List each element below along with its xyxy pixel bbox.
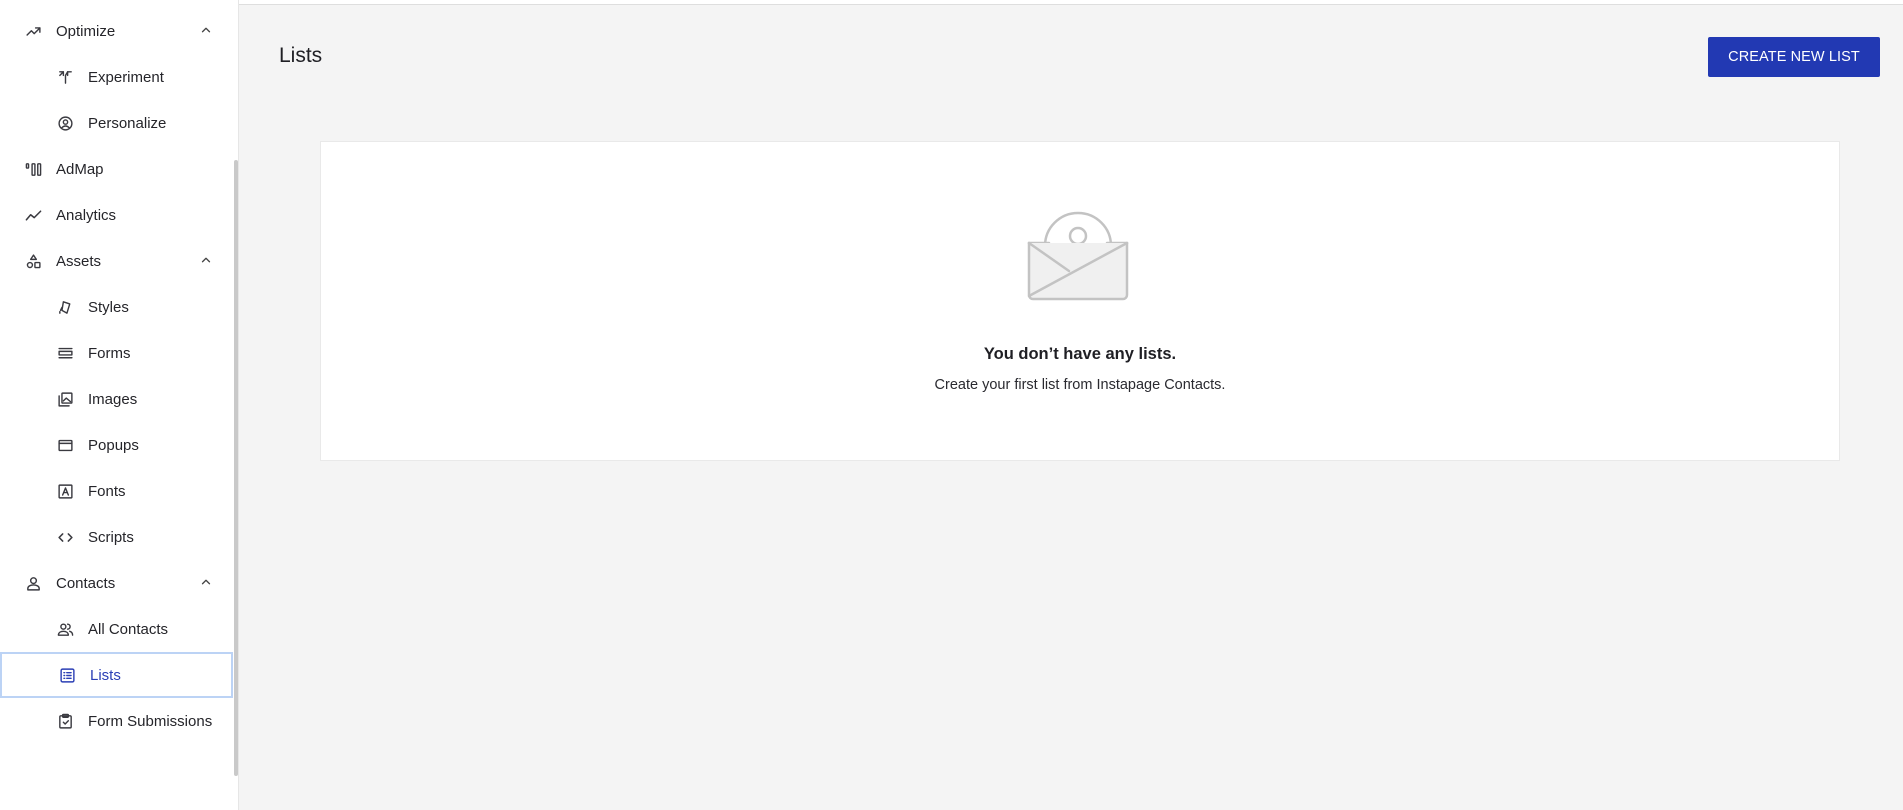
person-icon xyxy=(24,574,42,592)
sidebar-item-analytics[interactable]: Analytics xyxy=(0,192,233,238)
sidebar-item-admap[interactable]: AdMap xyxy=(0,146,233,192)
sidebar-item-assets[interactable]: Assets xyxy=(0,238,233,284)
sidebar-item-styles[interactable]: Styles xyxy=(0,284,233,330)
page-title: Lists xyxy=(279,44,323,67)
sidebar-item-lists[interactable]: Lists xyxy=(0,652,233,698)
empty-state-subtitle: Create your first list from Instapage Co… xyxy=(934,377,1226,393)
sidebar-item-personalize[interactable]: Personalize xyxy=(0,100,233,146)
sidebar: Optimize Experiment Personalize AdMap An… xyxy=(0,0,239,810)
sidebar-item-label: Form Submissions xyxy=(88,712,213,730)
sidebar-item-label: Lists xyxy=(90,666,121,684)
sidebar-item-label: Scripts xyxy=(88,528,134,546)
envelope-contact-icon xyxy=(1027,211,1129,301)
chevron-up-icon[interactable] xyxy=(199,575,213,589)
sidebar-item-label: Contacts xyxy=(56,574,116,592)
font-box-icon xyxy=(56,482,74,500)
top-bar xyxy=(239,0,1903,5)
create-new-list-button[interactable]: CREATE NEW LIST xyxy=(1708,37,1880,77)
sidebar-item-contacts[interactable]: Contacts xyxy=(0,560,233,606)
brush-icon xyxy=(56,298,74,316)
sidebar-item-label: AdMap xyxy=(56,160,104,178)
trending-up-icon xyxy=(24,22,42,40)
user-circle-icon xyxy=(56,114,74,132)
split-arrows-icon xyxy=(56,68,74,86)
form-lines-icon xyxy=(56,344,74,362)
admap-bars-icon xyxy=(24,160,42,178)
sidebar-item-label: Fonts xyxy=(88,482,126,500)
window-icon xyxy=(56,436,74,454)
sidebar-item-optimize[interactable]: Optimize xyxy=(0,8,233,54)
clipboard-check-icon xyxy=(56,712,74,730)
line-chart-icon xyxy=(24,206,42,224)
sidebar-item-experiment[interactable]: Experiment xyxy=(0,54,233,100)
sidebar-item-fonts[interactable]: Fonts xyxy=(0,468,233,514)
sidebar-item-label: Styles xyxy=(88,298,129,316)
sidebar-item-label: Assets xyxy=(56,252,102,270)
list-box-icon xyxy=(58,666,76,684)
code-icon xyxy=(56,528,74,546)
sidebar-scrollbar[interactable] xyxy=(234,160,238,776)
sidebar-item-label: Personalize xyxy=(88,114,167,132)
sidebar-item-label: Optimize xyxy=(56,22,116,40)
sidebar-item-forms[interactable]: Forms xyxy=(0,330,233,376)
sidebar-item-label: Images xyxy=(88,390,138,408)
chevron-up-icon[interactable] xyxy=(199,23,213,37)
sidebar-item-label: Forms xyxy=(88,344,131,362)
chevron-up-icon[interactable] xyxy=(199,253,213,267)
sidebar-item-label: Experiment xyxy=(88,68,164,86)
sidebar-item-images[interactable]: Images xyxy=(0,376,233,422)
empty-state-title: You don’t have any lists. xyxy=(983,345,1177,363)
people-icon xyxy=(56,620,74,638)
sidebar-item-form-submissions[interactable]: Form Submissions xyxy=(0,698,233,744)
sidebar-item-label: All Contacts xyxy=(88,620,169,638)
sidebar-item-label: Popups xyxy=(88,436,139,454)
shapes-icon xyxy=(24,252,42,270)
sidebar-item-popups[interactable]: Popups xyxy=(0,422,233,468)
sidebar-item-scripts[interactable]: Scripts xyxy=(0,514,233,560)
sidebar-item-label: Analytics xyxy=(56,206,117,224)
empty-state-card: You don’t have any lists. Create your fi… xyxy=(320,141,1840,461)
images-icon xyxy=(56,390,74,408)
sidebar-item-all-contacts[interactable]: All Contacts xyxy=(0,606,233,652)
